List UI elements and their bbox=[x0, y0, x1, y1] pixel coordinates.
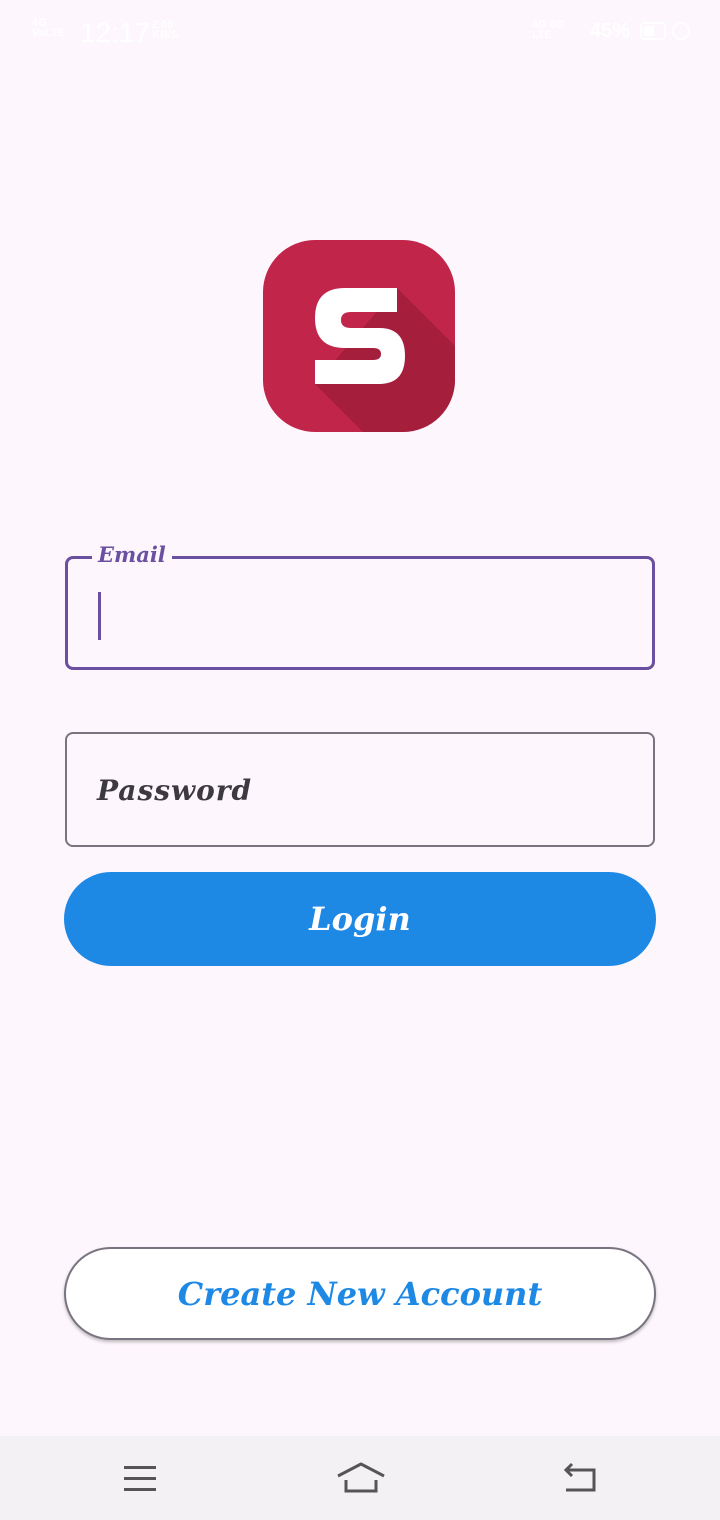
create-account-button[interactable]: Create New Account bbox=[64, 1247, 656, 1340]
network-speed: 2.00 KB/S bbox=[152, 19, 179, 41]
network-type: 4G VoLTE bbox=[32, 17, 66, 39]
email-label: Email bbox=[92, 541, 172, 569]
text-cursor bbox=[98, 592, 101, 640]
email-field[interactable]: Email bbox=[65, 541, 655, 670]
back-icon[interactable] bbox=[558, 1458, 602, 1498]
password-placeholder: Password bbox=[97, 774, 253, 807]
login-screen: 4G VoLTE 12:17 2.00 KB/S 4G 4G LTE 45% E… bbox=[0, 0, 720, 1520]
password-field[interactable]: Password bbox=[65, 732, 655, 847]
navigation-bar bbox=[0, 1436, 720, 1520]
battery-icon bbox=[640, 22, 666, 40]
sync-icon bbox=[672, 22, 690, 40]
logo-s-icon bbox=[315, 288, 455, 432]
battery-percent: 45% bbox=[590, 20, 631, 42]
status-bar: 4G VoLTE 12:17 2.00 KB/S 4G 4G LTE 45% bbox=[0, 0, 720, 64]
menu-icon[interactable] bbox=[118, 1458, 162, 1498]
home-icon[interactable] bbox=[336, 1458, 386, 1498]
app-logo bbox=[263, 240, 455, 432]
login-button[interactable]: Login bbox=[64, 872, 656, 966]
clock: 12:17 bbox=[80, 17, 151, 48]
signal-indicator: 4G 4G LTE bbox=[532, 19, 565, 41]
